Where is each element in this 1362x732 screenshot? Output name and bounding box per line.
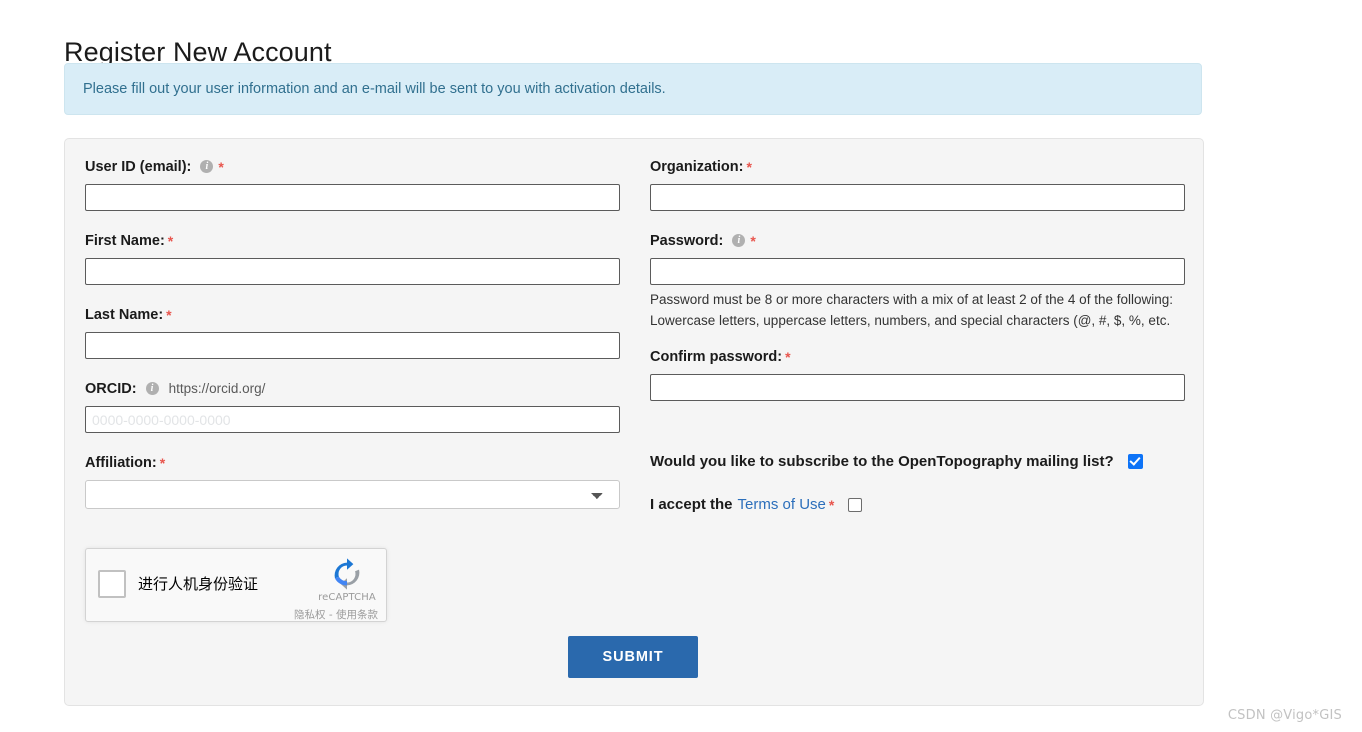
info-alert-banner: Please fill out your user information an… (64, 63, 1202, 115)
recaptcha-terms[interactable]: 隐私权 - 使用条款 (294, 607, 378, 622)
register-page: Register New Account Please fill out you… (0, 0, 1362, 732)
organization-label: Organization: * (650, 157, 1190, 177)
confirm-password-label-text: Confirm password: (650, 349, 783, 365)
field-last-name: Last Name: * (85, 305, 630, 359)
field-orcid: ORCID: i https://orcid.org/ (85, 379, 630, 433)
first-name-label: First Name: * (85, 231, 630, 251)
confirm-password-input[interactable] (650, 374, 1185, 401)
registration-form-panel: User ID (email): i * First Name: * Last … (64, 138, 1204, 706)
orcid-label-text: ORCID: (85, 381, 137, 397)
required-marker: * (746, 159, 752, 175)
subscribe-row: Would you like to subscribe to the OpenT… (650, 453, 1190, 470)
organization-label-text: Organization: (650, 159, 744, 175)
subscribe-label: Would you like to subscribe to the OpenT… (650, 453, 1114, 470)
required-marker: * (167, 233, 174, 249)
orcid-url-prefix: https://orcid.org/ (168, 381, 266, 396)
orcid-input[interactable] (85, 406, 620, 433)
info-icon[interactable]: i (200, 159, 214, 173)
first-name-label-text: First Name: (85, 233, 165, 249)
recaptcha-widget: 进行人机身份验证 reCAPTCHA 隐私权 - 使用条款 (85, 548, 387, 622)
field-organization: Organization: * (650, 157, 1190, 211)
required-marker: * (218, 159, 224, 175)
field-user-id: User ID (email): i * (85, 157, 630, 211)
password-help-text: Password must be 8 or more characters wi… (650, 292, 1173, 328)
recaptcha-icon (334, 558, 360, 590)
field-affiliation: Affiliation: * (85, 453, 630, 509)
required-marker: * (785, 349, 791, 365)
recaptcha-checkbox[interactable] (98, 570, 126, 598)
user-id-label: User ID (email): i * (85, 157, 630, 177)
password-label-text: Password: (650, 233, 724, 249)
last-name-input[interactable] (85, 332, 620, 359)
first-name-input[interactable] (85, 258, 620, 285)
field-password: Password: i * Password must be 8 or more… (650, 231, 1190, 331)
affiliation-label: Affiliation: * (85, 453, 630, 473)
password-input[interactable] (650, 258, 1185, 285)
subscribe-checkbox[interactable] (1127, 454, 1143, 469)
watermark: CSDN @Vigo*GIS (1227, 708, 1342, 723)
required-marker: * (750, 233, 756, 249)
last-name-label-text: Last Name: (85, 307, 164, 323)
terms-of-use-link[interactable]: Terms of Use (738, 496, 826, 513)
accept-terms-checkbox[interactable] (848, 497, 863, 512)
alert-message: Please fill out your user information an… (83, 81, 666, 97)
recaptcha-brand: reCAPTCHA (318, 592, 376, 603)
orcid-label: ORCID: i https://orcid.org/ (85, 379, 630, 399)
user-id-input[interactable] (85, 184, 620, 211)
password-label: Password: i * (650, 231, 1190, 251)
required-marker: * (159, 455, 166, 471)
recaptcha-logo: reCAPTCHA (318, 557, 376, 603)
info-icon[interactable]: i (145, 381, 159, 395)
confirm-password-label: Confirm password: * (650, 347, 1190, 367)
required-marker: * (828, 496, 835, 513)
accept-terms-row: I accept the Terms of Use * (650, 496, 1190, 513)
recaptcha-label: 进行人机身份验证 (138, 575, 259, 593)
affiliation-select[interactable] (85, 480, 620, 509)
info-icon[interactable]: i (732, 233, 746, 247)
field-first-name: First Name: * (85, 231, 630, 285)
organization-input[interactable] (650, 184, 1185, 211)
last-name-label: Last Name: * (85, 305, 630, 325)
affiliation-label-text: Affiliation: (85, 455, 157, 471)
submit-button[interactable]: SUBMIT (568, 636, 698, 678)
form-left-column: User ID (email): i * First Name: * Last … (85, 157, 630, 529)
user-id-label-text: User ID (email): (85, 159, 192, 175)
form-right-column: Organization: * Password: i * Password m… (650, 157, 1190, 513)
required-marker: * (166, 307, 172, 323)
field-confirm-password: Confirm password: * (650, 347, 1190, 401)
accept-terms-lead: I accept the (650, 496, 733, 513)
